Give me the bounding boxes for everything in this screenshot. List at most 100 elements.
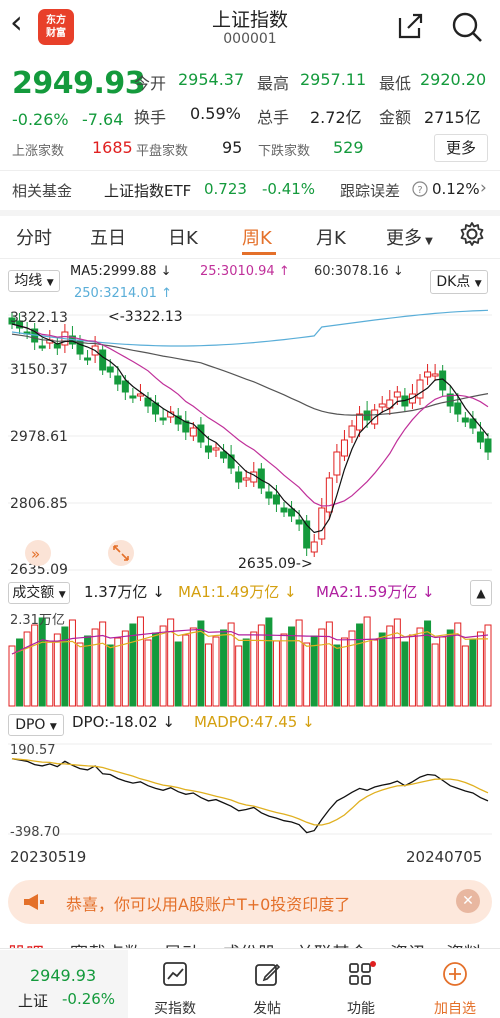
volume-bar — [174, 641, 182, 707]
buy-index-label: 买指数 — [154, 1001, 196, 1017]
candle-body — [454, 402, 462, 415]
volume-value-label: 1.37万亿 ↓ — [84, 581, 165, 602]
fund-price: 0.723 — [204, 180, 247, 198]
ma60-label: 60:3078.16 ↓ — [314, 264, 404, 279]
flat-count-label: 平盘家数 — [136, 144, 189, 159]
candle-body — [84, 357, 92, 361]
tab-more[interactable]: 更多 ▼ — [386, 224, 433, 250]
dk-point-button[interactable]: DK点 ▼ — [430, 270, 488, 294]
dk-point-label: DK点 — [436, 274, 471, 290]
volume-value: 2.72亿 — [310, 108, 362, 127]
volume-bar — [99, 621, 107, 707]
caret-down-icon: ▼ — [58, 590, 66, 600]
flat-count-value: 95 — [222, 138, 243, 157]
tab-monthly-k[interactable]: 月K — [316, 224, 346, 250]
volume-bar — [197, 620, 205, 707]
candle-body — [212, 447, 220, 451]
volume-bar — [38, 617, 46, 707]
candle-body — [340, 439, 348, 457]
ma25-value: 25:3010.94 — [200, 264, 275, 279]
candle-body — [476, 431, 484, 443]
banner-text: 恭喜，你可以用A股账户T+0投资印度了 — [66, 895, 351, 914]
candle-body — [295, 519, 303, 525]
high-value: 2957.11 — [300, 70, 367, 89]
volume-bar — [257, 624, 265, 707]
tracking-error-label: 跟踪误差 — [340, 182, 401, 200]
change-value: -7.64 — [82, 110, 124, 129]
add-watchlist-label: 加自选 — [434, 1001, 476, 1017]
volume-indicator-select[interactable]: 成交额 ▼ — [8, 582, 70, 604]
ma250-label: 250:3214.01 ↑ — [74, 286, 172, 301]
tab-daily-k[interactable]: 日K — [168, 224, 198, 250]
close-icon[interactable]: ✕ — [456, 889, 480, 913]
share-icon[interactable] — [394, 10, 426, 42]
volume-bar — [446, 629, 454, 707]
bottom-index-name: 上证 — [18, 992, 49, 1010]
active-tab-indicator — [242, 252, 276, 255]
volume-bar — [340, 637, 348, 707]
chevron-right-icon[interactable]: › — [480, 178, 487, 198]
volume-bar — [91, 628, 99, 707]
kline-chart[interactable]: 3322.13 3150.37 2978.61 2806.85 2635.09 … — [0, 302, 500, 578]
candle-body — [38, 345, 46, 349]
candle-body — [189, 427, 197, 437]
dpo-chart[interactable]: 190.57 -398.70 — [0, 738, 500, 842]
functions-button[interactable]: 功能 — [334, 960, 388, 1018]
volume-bar — [424, 620, 432, 707]
ma-select[interactable]: 均线 ▼ — [8, 270, 60, 292]
low-value: 2920.20 — [420, 70, 487, 89]
dpo-indicator-select[interactable]: DPO ▼ — [8, 714, 64, 736]
volume-bar — [303, 642, 311, 707]
info-icon[interactable]: ? — [412, 181, 428, 197]
dpo-select-label: DPO — [15, 717, 46, 733]
gear-icon[interactable] — [458, 220, 486, 248]
volume-label: 总手 — [257, 108, 290, 127]
collapse-icon[interactable]: » — [25, 540, 51, 566]
candle-body — [378, 403, 386, 408]
max-price-annotation: <-3322.13 — [108, 309, 183, 325]
more-quote-button[interactable]: 更多 — [434, 134, 488, 162]
ma-select-label: 均线 — [14, 273, 43, 289]
post-button[interactable]: 发帖 — [240, 960, 294, 1018]
change-percent: -0.26% — [12, 110, 69, 129]
candle-body — [461, 417, 469, 423]
add-watchlist-button[interactable]: 加自选 — [428, 960, 482, 1018]
search-icon[interactable] — [450, 10, 484, 44]
candle-body — [484, 438, 492, 453]
tab-weekly-k[interactable]: 周K — [242, 224, 272, 250]
buy-index-button[interactable]: 买指数 — [146, 960, 204, 1018]
dpo-bottom-label: -398.70 — [10, 825, 60, 840]
min-price-annotation: 2635.09-> — [238, 556, 313, 572]
expand-indicator-button[interactable]: ▲ — [470, 580, 492, 606]
caret-up-icon: ▲ — [476, 586, 486, 600]
y-tick-label: 3150.37 — [10, 362, 68, 378]
tab-intraday[interactable]: 分时 — [16, 224, 52, 250]
tab-five-day[interactable]: 五日 — [90, 224, 126, 250]
volume-bar — [431, 643, 439, 707]
bottom-quote-box[interactable]: 2949.93 上证 -0.26% — [0, 950, 128, 1018]
candle-body — [348, 425, 356, 438]
candle-body — [280, 507, 288, 513]
candle-body — [121, 380, 129, 393]
vol-ma1-value: MA1:1.49万亿 — [178, 583, 280, 601]
low-label: 最低 — [379, 74, 412, 93]
down-count-label: 下跌家数 — [258, 144, 311, 159]
down-count-value: 529 — [333, 138, 364, 157]
volume-chart[interactable]: 2.31万亿 — [0, 606, 500, 708]
candle-body — [424, 371, 432, 378]
promo-banner[interactable]: 恭喜，你可以用A股账户T+0投资印度了 ✕ — [8, 880, 492, 924]
fund-name[interactable]: 上证指数ETF — [104, 180, 191, 201]
volume-bar — [23, 631, 31, 707]
volume-bar — [408, 634, 416, 707]
volume-bar — [416, 627, 424, 707]
volume-bar — [461, 645, 469, 707]
volume-bar — [401, 641, 409, 707]
vol-value: 1.37万亿 — [84, 583, 148, 601]
candle-body — [235, 471, 243, 483]
volume-bar — [476, 631, 484, 707]
date-start: 20230519 — [10, 848, 87, 866]
candle-body — [204, 445, 212, 453]
fullscreen-icon[interactable] — [108, 540, 134, 566]
volume-bar — [235, 645, 243, 707]
volume-ma1-label: MA1:1.49万亿 ↓ — [178, 581, 297, 602]
